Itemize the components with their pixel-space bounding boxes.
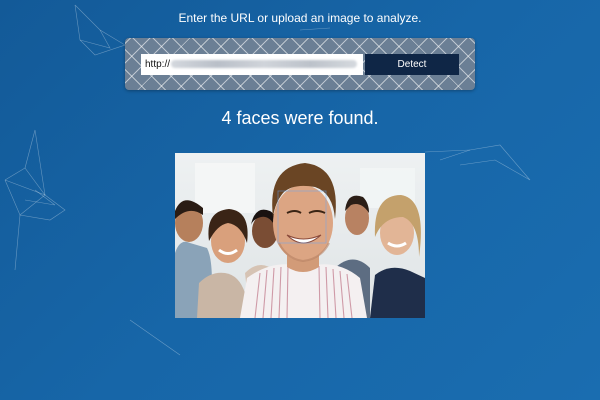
url-input-panel: Detect — [125, 38, 475, 90]
result-text: 4 faces were found. — [221, 108, 379, 128]
instruction-text: Enter the URL or upload an image to anal… — [178, 11, 422, 25]
blurred-url-text — [171, 60, 357, 68]
detect-button[interactable]: Detect — [365, 54, 459, 75]
analyzed-photo — [175, 153, 425, 318]
